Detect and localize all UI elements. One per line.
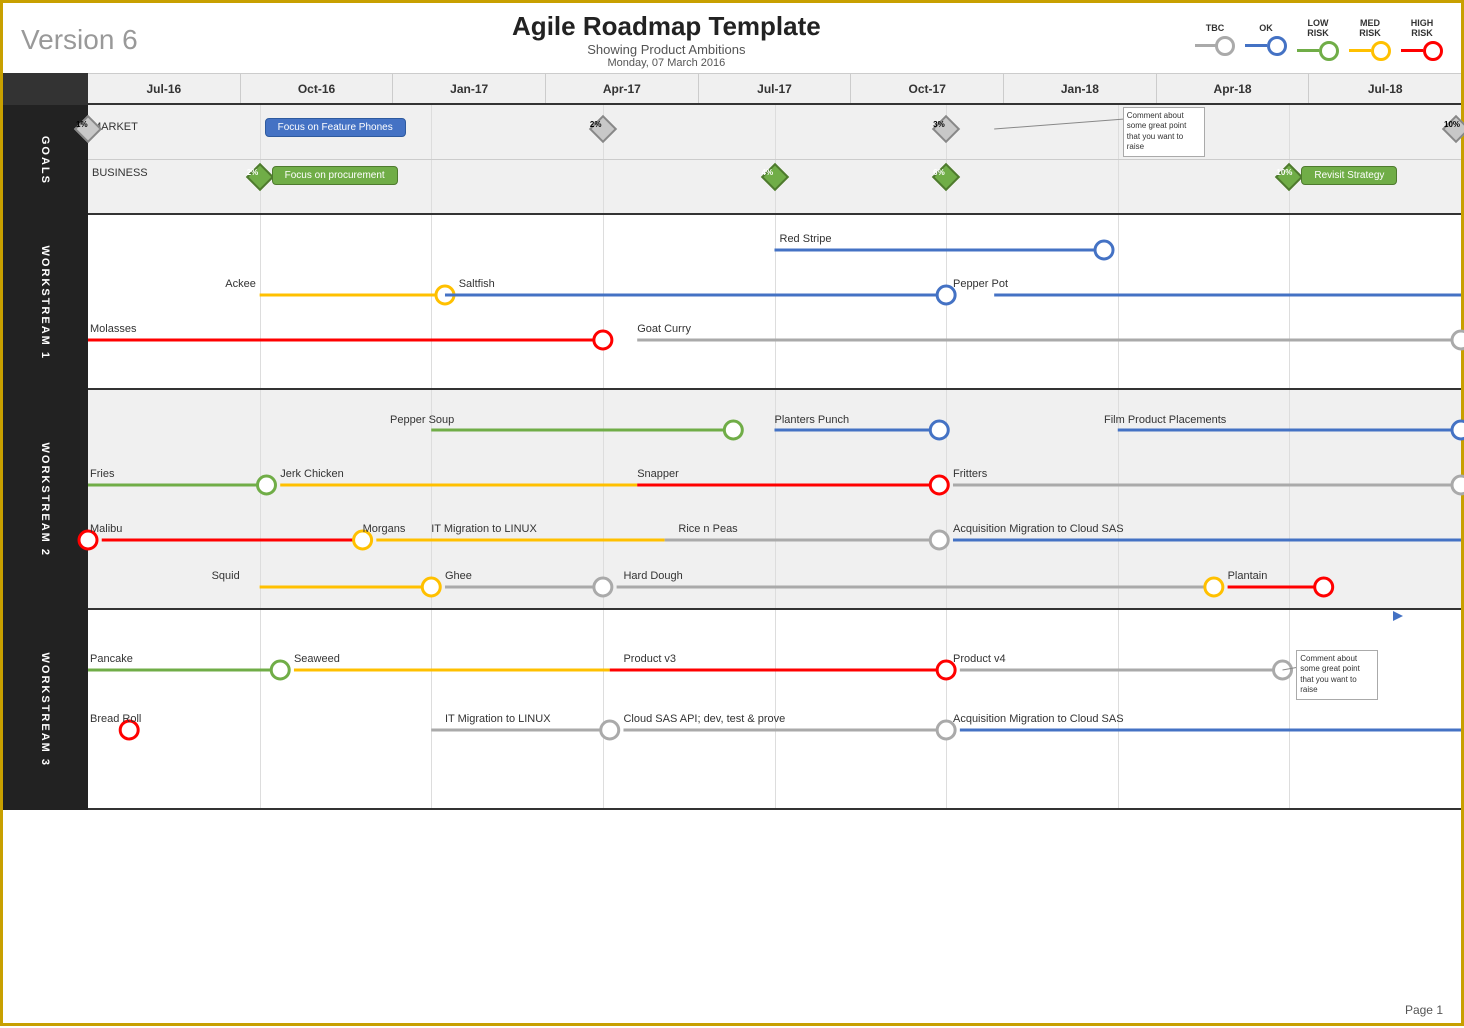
red-stripe-label: Red Stripe (780, 233, 832, 245)
ws2-label: WORKSTREAM 2 (3, 390, 88, 610)
acquisition-migration-label: Acquisition Migration to Cloud SAS (953, 523, 1124, 535)
jerk-chicken-label: Jerk Chicken (280, 468, 344, 480)
acquisition-migration-ws3-label: Acquisition Migration to Cloud SAS (953, 713, 1124, 725)
version-label: Version 6 (21, 24, 138, 56)
film-product-label: Film Product Placements (1104, 414, 1226, 426)
comment-box-ws3: Comment about some great point that you … (1296, 650, 1378, 700)
morgans-label: Morgans (363, 523, 406, 535)
seaweed-label: Seaweed (294, 653, 340, 665)
business-label: BUSINESS (92, 167, 148, 179)
saltfish-label: Saltfish (459, 278, 495, 290)
focus-procurement-box: Focus on procurement (272, 166, 398, 185)
revisit-strategy-box: Revisit Strategy (1301, 166, 1397, 185)
snapper-label: Snapper (637, 468, 679, 480)
it-migration-linux-label: IT Migration to LINUX (431, 523, 537, 535)
page-title: Agile Roadmap Template (512, 11, 821, 42)
fritters-label: Fritters (953, 468, 987, 480)
comment-box-market: Comment about some great point that you … (1123, 107, 1205, 157)
workstream1-section: WORKSTREAM 1 (3, 215, 1461, 390)
hard-dough-label: Hard Dough (623, 570, 682, 582)
timeline-jan18: Jan-18 (1004, 74, 1157, 103)
timeline-row: Jul-16 Oct-16 Jan-17 Apr-17 Jul-17 Oct-1… (3, 73, 1461, 105)
page-number: Page 1 (1405, 1003, 1443, 1017)
pancake-label: Pancake (90, 653, 133, 665)
ws3-label: WORKSTREAM 3 (3, 610, 88, 810)
it-migration-linux2-label: IT Migration to LINUX (445, 713, 551, 725)
legend-tbc: TBC (1206, 24, 1225, 34)
business-6pct-label: 6% (933, 168, 945, 177)
rice-n-peas-label: Rice n Peas (678, 523, 737, 535)
workstream3-section: WORKSTREAM 3 Comment about some great po… (3, 610, 1461, 810)
fries-label: Fries (90, 468, 114, 480)
timeline-jul16: Jul-16 (88, 74, 241, 103)
workstream2-section: WORKSTREAM 2 (3, 390, 1461, 610)
timeline-jan17: Jan-17 (393, 74, 546, 103)
timeline-jul17: Jul-17 (699, 74, 852, 103)
business-2pct-label: 2% (247, 168, 259, 177)
market-2pct-label: 2% (590, 120, 602, 129)
product-v4-label: Product v4 (953, 653, 1006, 665)
plantain-label: Plantain (1228, 570, 1268, 582)
market-3pct-label: 3% (933, 120, 945, 129)
ghee-label: Ghee (445, 570, 472, 582)
cloud-sas-api-label: Cloud SAS API; dev, test & prove (623, 713, 785, 725)
molasses-label: Molasses (90, 323, 136, 335)
bread-roll-label: Bread Roll (90, 713, 141, 725)
timeline-oct16: Oct-16 (241, 74, 394, 103)
planters-punch-label: Planters Punch (775, 414, 850, 426)
timeline-oct17: Oct-17 (851, 74, 1004, 103)
ws1-label: WORKSTREAM 1 (3, 215, 88, 390)
malibu-label: Malibu (90, 523, 122, 535)
business-10pct-label: 10% (1276, 168, 1292, 177)
market-1pct-label: 1% (76, 120, 88, 129)
pepper-pot-label: Pepper Pot (953, 278, 1008, 290)
goals-section: GOALS MARKET BUSINESS 1% Focus on Featur… (3, 105, 1461, 215)
focus-feature-phones-box: Focus on Feature Phones (265, 118, 406, 137)
ackee-label: Ackee (225, 278, 256, 290)
timeline-apr18: Apr-18 (1157, 74, 1310, 103)
timeline-jul18: Jul-18 (1309, 74, 1461, 103)
legend-ok: OK (1259, 24, 1273, 34)
header: Version 6 Agile Roadmap Template Showing… (3, 3, 1461, 73)
timeline-apr17: Apr-17 (546, 74, 699, 103)
goat-curry-label: Goat Curry (637, 323, 691, 335)
legend: TBC OK LOWRISK (1195, 19, 1443, 61)
pepper-soup-label: Pepper Soup (390, 414, 454, 426)
legend-high-risk: HIGHRISK (1411, 19, 1434, 39)
legend-med-risk: MEDRISK (1359, 19, 1381, 39)
product-v3-label: Product v3 (623, 653, 676, 665)
market-10pct-label: 10% (1444, 120, 1460, 129)
business-4pct-label: 4% (762, 168, 774, 177)
header-subtitle: Showing Product Ambitions (512, 42, 821, 57)
header-date: Monday, 07 March 2016 (512, 57, 821, 69)
header-center: Agile Roadmap Template Showing Product A… (512, 11, 821, 69)
squid-label: Squid (212, 570, 240, 582)
legend-low-risk: LOWRISK (1307, 19, 1329, 39)
